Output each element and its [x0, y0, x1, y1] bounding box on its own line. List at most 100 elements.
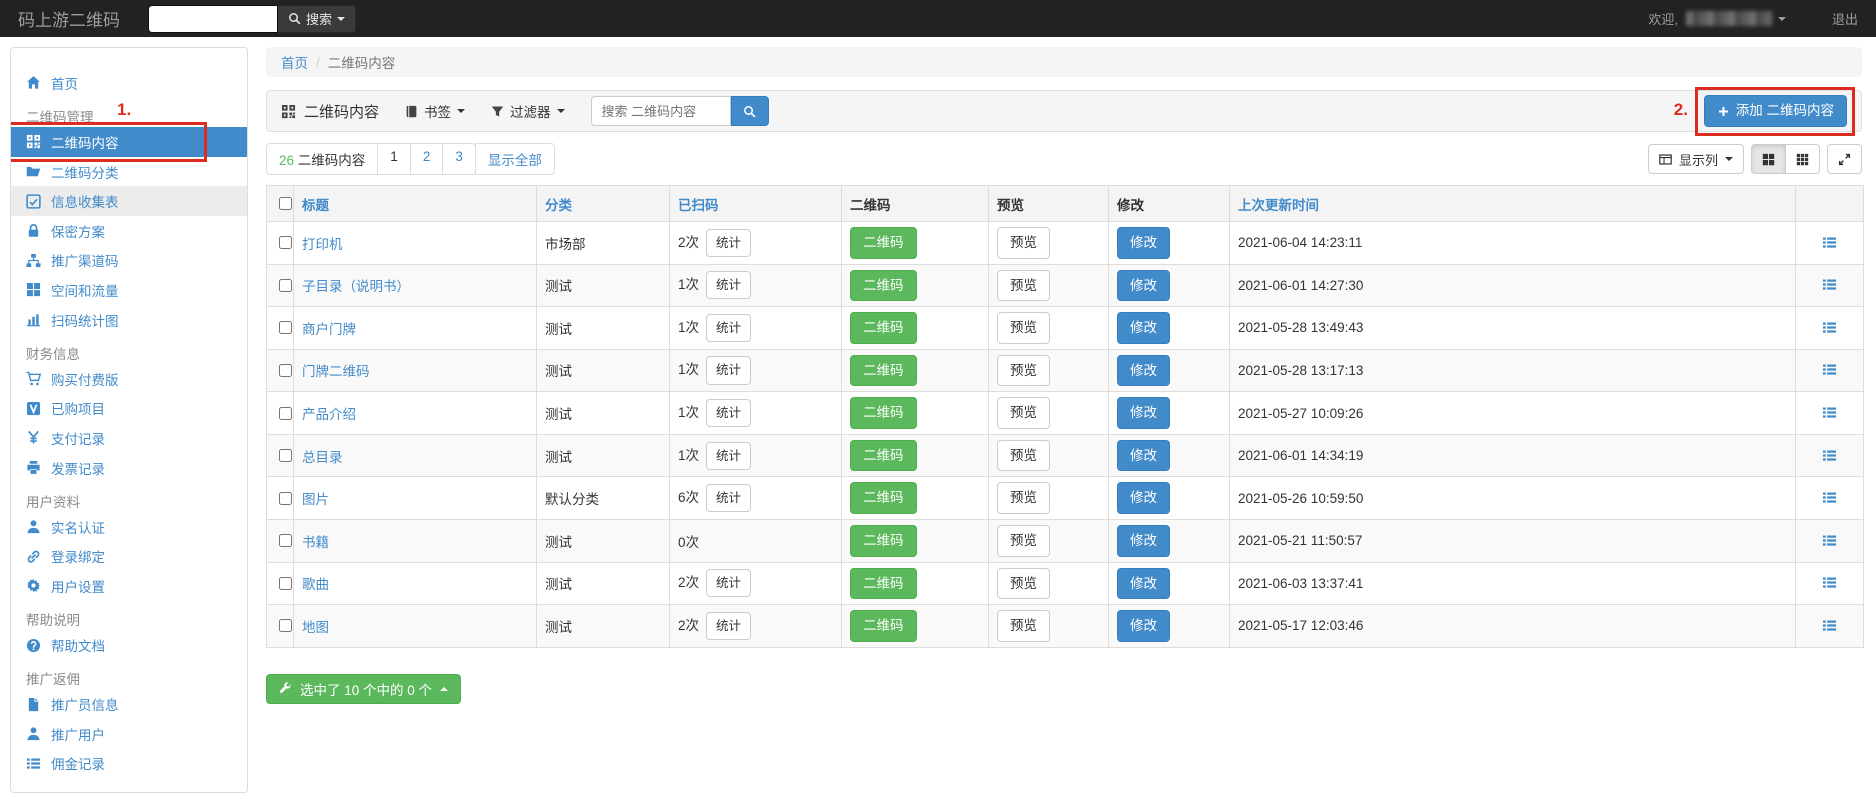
row-menu-button[interactable]	[1822, 575, 1837, 591]
preview-button[interactable]: 预览	[997, 567, 1050, 600]
row-checkbox[interactable]	[279, 363, 292, 377]
row-title-link[interactable]: 歌曲	[302, 577, 329, 592]
row-menu-button[interactable]	[1822, 235, 1837, 251]
row-checkbox[interactable]	[279, 406, 292, 420]
columns-dropdown[interactable]: 显示列	[1647, 144, 1744, 174]
stats-button[interactable]: 统计	[706, 228, 752, 257]
page-link[interactable]: 2	[409, 143, 444, 175]
edit-button[interactable]: 修改	[1117, 610, 1170, 642]
view-grid-small-button[interactable]	[1785, 144, 1820, 174]
row-title-link[interactable]: 书籍	[302, 535, 329, 550]
sidebar-item[interactable]: 信息收集表	[11, 186, 247, 216]
row-title-link[interactable]: 商户门牌	[302, 322, 356, 337]
sidebar-item[interactable]: 推广用户	[11, 719, 247, 749]
view-grid-large-button[interactable]	[1751, 144, 1786, 174]
row-title-link[interactable]: 图片	[302, 492, 329, 507]
row-title-link[interactable]: 地图	[302, 620, 329, 635]
sidebar-item[interactable]: 发票记录	[11, 453, 247, 483]
stats-button[interactable]: 统计	[706, 484, 752, 513]
preview-button[interactable]: 预览	[997, 439, 1050, 472]
edit-button[interactable]: 修改	[1117, 439, 1170, 472]
qr-button[interactable]: 二维码	[850, 269, 917, 302]
add-content-button[interactable]: 添加 二维码内容	[1703, 95, 1847, 127]
qr-button[interactable]: 二维码	[850, 227, 917, 259]
stats-button[interactable]: 统计	[706, 398, 752, 428]
user-caret-down-icon[interactable]	[1777, 16, 1786, 21]
sidebar-item[interactable]: 扫码统计图	[11, 305, 247, 335]
navbar-search-button[interactable]: 搜索	[278, 4, 357, 33]
edit-button[interactable]: 修改	[1117, 524, 1170, 557]
sidebar-item[interactable]: 登录绑定	[11, 542, 247, 572]
qr-button[interactable]: 二维码	[850, 312, 917, 344]
content-search-input[interactable]	[590, 96, 731, 126]
sidebar-item[interactable]: 推广渠道码	[11, 246, 247, 276]
sidebar-item[interactable]: 佣金记录	[11, 749, 247, 779]
qr-button[interactable]: 二维码	[850, 439, 917, 472]
sort-updated-header[interactable]: 上次更新时间	[1238, 198, 1319, 213]
row-checkbox[interactable]	[279, 449, 292, 463]
preview-button[interactable]: 预览	[997, 269, 1050, 302]
qr-button[interactable]: 二维码	[850, 567, 917, 600]
row-menu-button[interactable]	[1822, 320, 1837, 336]
qr-button[interactable]: 二维码	[850, 397, 917, 429]
row-menu-button[interactable]	[1822, 277, 1837, 293]
edit-button[interactable]: 修改	[1117, 397, 1170, 429]
preview-button[interactable]: 预览	[997, 397, 1050, 429]
sort-scans-header[interactable]: 已扫码	[678, 198, 719, 213]
sidebar-item[interactable]: 推广员信息	[11, 689, 247, 719]
row-menu-button[interactable]	[1822, 618, 1837, 634]
qr-button[interactable]: 二维码	[850, 524, 917, 557]
edit-button[interactable]: 修改	[1117, 354, 1170, 387]
qr-button[interactable]: 二维码	[850, 354, 917, 387]
sidebar-item[interactable]: 用户设置	[11, 571, 247, 601]
edit-button[interactable]: 修改	[1117, 312, 1170, 344]
preview-button[interactable]: 预览	[997, 312, 1050, 344]
stats-button[interactable]: 统计	[706, 441, 752, 470]
select-all-checkbox[interactable]	[279, 197, 292, 210]
stats-button[interactable]: 统计	[706, 356, 752, 385]
navbar-search-input[interactable]	[148, 4, 278, 33]
sort-category-header[interactable]: 分类	[545, 198, 572, 213]
row-menu-button[interactable]	[1822, 490, 1837, 506]
sidebar-item[interactable]: 空间和流量	[11, 275, 247, 305]
sidebar-item[interactable]: 1. 二维码内容	[11, 100, 247, 162]
row-checkbox[interactable]	[279, 321, 292, 335]
row-checkbox[interactable]	[279, 576, 292, 590]
brand-logo[interactable]: 码上游二维码	[18, 6, 120, 31]
breadcrumb-home-link[interactable]: 首页	[281, 52, 308, 72]
row-menu-button[interactable]	[1822, 533, 1837, 549]
preview-button[interactable]: 预览	[997, 227, 1050, 259]
row-checkbox[interactable]	[279, 236, 292, 250]
row-title-link[interactable]: 产品介绍	[302, 407, 356, 422]
fullscreen-button[interactable]	[1827, 144, 1862, 174]
preview-button[interactable]: 预览	[997, 354, 1050, 387]
row-title-link[interactable]: 打印机	[302, 237, 343, 252]
username-blurred[interactable]	[1685, 11, 1772, 26]
row-title-link[interactable]: 子目录（说明书）	[302, 279, 410, 294]
sort-title-header[interactable]: 标题	[302, 198, 329, 213]
row-checkbox[interactable]	[279, 278, 292, 292]
sidebar-item[interactable]: 二维码分类	[11, 157, 247, 187]
page-link[interactable]: 3	[442, 143, 476, 175]
sidebar-item[interactable]: 购买付费版	[11, 364, 247, 394]
row-menu-button[interactable]	[1822, 405, 1837, 421]
edit-button[interactable]: 修改	[1117, 567, 1170, 600]
stats-button[interactable]: 统计	[706, 271, 752, 300]
qr-button[interactable]: 二维码	[850, 482, 917, 514]
filter-dropdown[interactable]: 过滤器	[491, 101, 565, 121]
sidebar-item[interactable]: 保密方案	[11, 216, 247, 246]
content-search-button[interactable]	[730, 96, 769, 126]
preview-button[interactable]: 预览	[997, 524, 1050, 557]
preview-button[interactable]: 预览	[997, 482, 1050, 514]
sidebar-item[interactable]: 首页	[11, 68, 247, 98]
preview-button[interactable]: 预览	[997, 610, 1050, 642]
sidebar-item[interactable]: 实名认证	[11, 512, 247, 542]
row-menu-button[interactable]	[1822, 362, 1837, 378]
page-link[interactable]: 1	[377, 143, 411, 175]
sidebar-item[interactable]: 支付记录	[11, 423, 247, 453]
row-checkbox[interactable]	[279, 534, 292, 548]
bookmarks-dropdown[interactable]: 书签	[405, 101, 466, 121]
logout-link[interactable]: 退出	[1832, 9, 1858, 28]
stats-button[interactable]: 统计	[706, 313, 752, 342]
bulk-actions-button[interactable]: 选中了 10 个中的 0 个	[266, 673, 462, 704]
